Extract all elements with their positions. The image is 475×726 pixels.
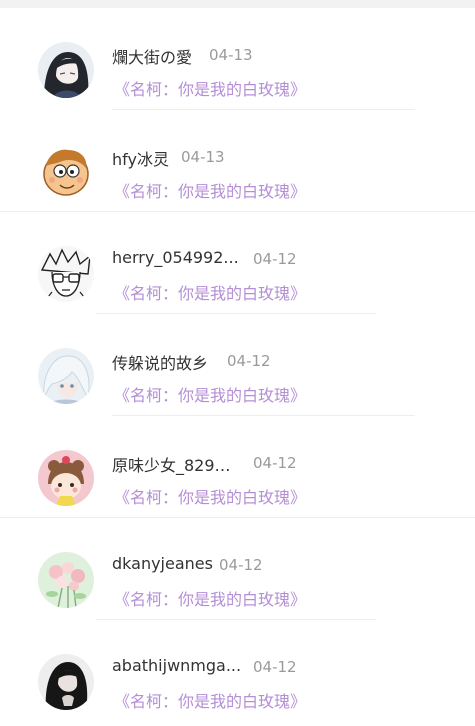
comment-date: 04-12 (253, 454, 297, 472)
comment-row[interactable]: 原味少女_829… 04-12 《名柯：你是我的白玫瑰》 (0, 416, 475, 518)
flowers-avatar-icon[interactable] (38, 552, 94, 608)
comment-row[interactable]: hfy冰灵 04-13 《名柯：你是我的白玫瑰》 (0, 110, 475, 212)
comment-date: 04-12 (227, 352, 271, 370)
comment-row[interactable]: 传躲说的故乡 04-12 《名柯：你是我的白玫瑰》 (0, 314, 475, 416)
comment-row[interactable]: abathijwnmga... 04-12 《名柯：你是我的白玫瑰》 (0, 620, 475, 722)
comment-username[interactable]: 原味少女_829… (112, 452, 231, 476)
book-title-link[interactable]: 《名柯：你是我的白玫瑰》 (114, 688, 306, 712)
comment-row[interactable]: 爛大街の愛 04-13 《名柯：你是我的白玫瑰》 (0, 8, 475, 110)
comment-username[interactable]: 传躲说的故乡 (112, 350, 208, 374)
bear-girl-avatar-icon[interactable] (38, 450, 94, 506)
dark-hair-avatar-icon[interactable] (38, 654, 94, 710)
comment-date: 04-13 (209, 46, 253, 64)
comment-date: 04-12 (219, 556, 263, 574)
comment-username[interactable]: herry_054992... (112, 248, 239, 267)
book-title-link[interactable]: 《名柯：你是我的白玫瑰》 (114, 178, 306, 202)
book-title-link[interactable]: 《名柯：你是我的白玫瑰》 (114, 586, 306, 610)
cartoon-boy-avatar-icon[interactable] (38, 144, 94, 200)
book-title-link[interactable]: 《名柯：你是我的白玫瑰》 (114, 280, 306, 304)
comment-date: 04-12 (253, 250, 297, 268)
comment-date: 04-12 (253, 658, 297, 676)
comment-username[interactable]: dkanyjeanes (112, 554, 213, 573)
comment-username[interactable]: 爛大街の愛 (112, 44, 192, 68)
book-title-link[interactable]: 《名柯：你是我的白玫瑰》 (114, 76, 306, 100)
comment-username[interactable]: abathijwnmga... (112, 656, 241, 675)
comment-username[interactable]: hfy冰灵 (112, 146, 169, 170)
comment-date: 04-13 (181, 148, 225, 166)
anime-girl-avatar-icon[interactable] (38, 42, 94, 98)
top-separator-bar (0, 0, 475, 8)
comment-row[interactable]: dkanyjeanes 04-12 《名柯：你是我的白玫瑰》 (0, 518, 475, 620)
book-title-link[interactable]: 《名柯：你是我的白玫瑰》 (114, 382, 306, 406)
sketch-glasses-avatar-icon[interactable] (38, 246, 94, 302)
book-title-link[interactable]: 《名柯：你是我的白玫瑰》 (114, 484, 306, 508)
comment-row[interactable]: herry_054992... 04-12 《名柯：你是我的白玫瑰》 (0, 212, 475, 314)
white-hair-avatar-icon[interactable] (38, 348, 94, 404)
